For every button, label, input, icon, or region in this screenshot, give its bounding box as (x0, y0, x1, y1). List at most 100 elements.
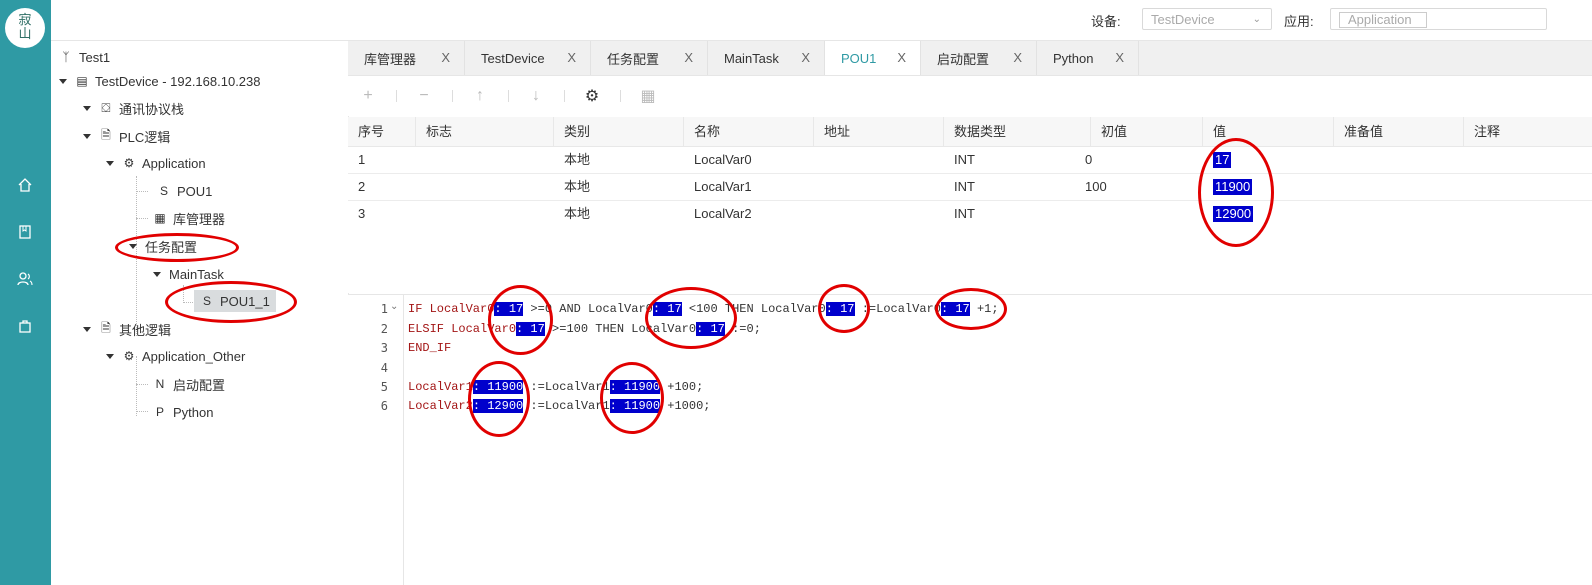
book-icon[interactable] (14, 221, 36, 243)
tab-lib-manager[interactable]: 库管理器 X (348, 41, 465, 75)
close-icon[interactable]: X (801, 50, 810, 65)
home-icon[interactable] (14, 174, 36, 196)
grid-icon: ▦ (154, 211, 166, 225)
cell-no[interactable]: 1 (348, 147, 365, 173)
cell-name[interactable]: LocalVar0 (684, 147, 752, 173)
tree-guide-line (136, 411, 148, 412)
cell-category[interactable]: 本地 (554, 201, 590, 227)
col-header-datatype[interactable]: 数据类型 (944, 117, 1091, 147)
left-rail: 寂 山 (0, 0, 51, 585)
tab-testdevice[interactable]: TestDevice X (465, 41, 591, 75)
toolbar-separator (396, 90, 397, 102)
col-header-flag[interactable]: 标志 (416, 117, 554, 147)
code-token: +1000; (660, 399, 711, 413)
table-icon[interactable]: ▦ (638, 86, 658, 106)
branch-icon: ᛉ (62, 50, 70, 64)
bag-icon[interactable] (14, 315, 36, 337)
col-header-value[interactable]: 值 (1203, 117, 1334, 147)
cell-category[interactable]: 本地 (554, 174, 590, 200)
add-icon[interactable]: + (358, 86, 378, 106)
device-select[interactable]: TestDevice ⌄ (1142, 8, 1272, 30)
remove-icon[interactable]: − (414, 86, 434, 106)
col-header-address[interactable]: 地址 (814, 117, 944, 147)
cell-initial[interactable]: 100 (1075, 174, 1107, 200)
cell-datatype[interactable]: INT (944, 147, 975, 173)
value-highlight: 17 (1213, 152, 1232, 168)
caret-down-icon[interactable] (106, 160, 114, 166)
tab-pou1[interactable]: POU1 X (825, 41, 921, 75)
col-header-name[interactable]: 名称 (684, 117, 814, 147)
settings-gear-icon[interactable]: ⚙ (582, 86, 602, 106)
close-icon[interactable]: X (441, 50, 450, 65)
close-icon[interactable]: X (567, 50, 576, 65)
fold-chevron-icon[interactable]: ⌄ (390, 301, 398, 312)
caret-down-icon[interactable] (83, 133, 91, 139)
cell-category[interactable]: 本地 (554, 147, 590, 173)
close-icon[interactable]: X (1115, 50, 1124, 65)
tree-other-logic[interactable]: 🗎 其他逻辑 (83, 318, 171, 340)
tree-device[interactable]: ▤ TestDevice - 192.168.10.238 (59, 70, 261, 92)
users-icon[interactable] (14, 268, 36, 290)
cell-datatype[interactable]: INT (944, 201, 975, 227)
tree-comm-stack[interactable]: ⛋ 通讯协议栈 (83, 97, 184, 119)
tab-label: 任务配置 (607, 51, 660, 67)
tree-startup-config[interactable]: N 启动配置 (153, 373, 225, 395)
tab-startup-config[interactable]: 启动配置 X (921, 41, 1037, 75)
monitor-value: : 11900 (609, 399, 661, 413)
tab-python[interactable]: Python X (1037, 41, 1139, 75)
tree-application[interactable]: ⚙ Application (106, 152, 206, 174)
tab-label: TestDevice (481, 50, 545, 66)
cell-value[interactable]: 11900 (1203, 174, 1253, 200)
caret-down-icon[interactable] (153, 271, 161, 277)
cell-initial[interactable]: 0 (1075, 147, 1092, 173)
tree-python[interactable]: P Python (153, 401, 214, 423)
code-editor[interactable]: 1 ⌄ 2 3 4 5 6 IF LocalVar0: 17 >=0 AND L… (348, 294, 1592, 585)
code-token: :=LocalVar1 (523, 380, 610, 394)
tree-lib-manager[interactable]: ▦ 库管理器 (153, 207, 225, 229)
variable-table: 序号 标志 类别 名称 地址 数据类型 初值 值 准备值 注释 1 本地 Loc… (348, 117, 1592, 293)
close-icon[interactable]: X (897, 50, 906, 65)
caret-down-icon[interactable] (83, 326, 91, 332)
tree-pou1-1[interactable]: S POU1_1 (194, 290, 276, 312)
code-token: :=LocalVar0 (854, 302, 941, 316)
cell-no[interactable]: 2 (348, 174, 365, 200)
app-select[interactable]: Application (1330, 8, 1547, 30)
monitor-value: : 17 (516, 322, 545, 336)
col-header-comment[interactable]: 注释 (1464, 117, 1592, 147)
col-header-category[interactable]: 类别 (554, 117, 684, 147)
cell-initial[interactable] (1075, 201, 1085, 227)
tree-application-other[interactable]: ⚙ Application_Other (106, 345, 245, 367)
cell-value[interactable]: 17 (1203, 147, 1232, 173)
tab-task-config[interactable]: 任务配置 X (591, 41, 708, 75)
code-token: END_IF (408, 341, 452, 355)
arrow-up-icon[interactable]: ↑ (470, 86, 490, 106)
caret-down-icon[interactable] (129, 243, 137, 249)
cell-value[interactable]: 12900 (1203, 201, 1254, 227)
arrow-down-icon[interactable]: ↓ (526, 86, 546, 106)
code-token: IF LocalVar0 (408, 302, 495, 316)
tree-pou1[interactable]: S POU1 (157, 180, 212, 202)
tree-maintask[interactable]: MainTask (153, 263, 224, 285)
caret-down-icon[interactable] (59, 78, 67, 84)
code-token: +1; (969, 302, 999, 316)
cell-datatype[interactable]: INT (944, 174, 975, 200)
tree-plc-logic[interactable]: 🗎 PLC逻辑 (83, 125, 170, 147)
tree-task-config[interactable]: 任务配置 (129, 235, 197, 257)
col-header-prepared[interactable]: 准备值 (1334, 117, 1464, 147)
close-icon[interactable]: X (1013, 50, 1022, 65)
col-header-no[interactable]: 序号 (348, 117, 416, 147)
cell-name[interactable]: LocalVar2 (684, 201, 752, 227)
pou-type-marker: P (155, 405, 164, 419)
tree-guide-line (183, 285, 184, 303)
close-icon[interactable]: X (684, 50, 693, 65)
tab-maintask[interactable]: MainTask X (708, 41, 825, 75)
code-token: LocalVar2 (408, 399, 473, 413)
value-highlight: 12900 (1213, 206, 1254, 222)
tree-label: PLC逻辑 (119, 129, 171, 145)
cell-name[interactable]: LocalVar1 (684, 174, 752, 200)
caret-down-icon[interactable] (83, 105, 91, 111)
col-header-initial[interactable]: 初值 (1091, 117, 1203, 147)
caret-down-icon[interactable] (106, 353, 114, 359)
cell-no[interactable]: 3 (348, 201, 365, 227)
tree-root-test1[interactable]: ᛉ Test1 (59, 46, 110, 68)
